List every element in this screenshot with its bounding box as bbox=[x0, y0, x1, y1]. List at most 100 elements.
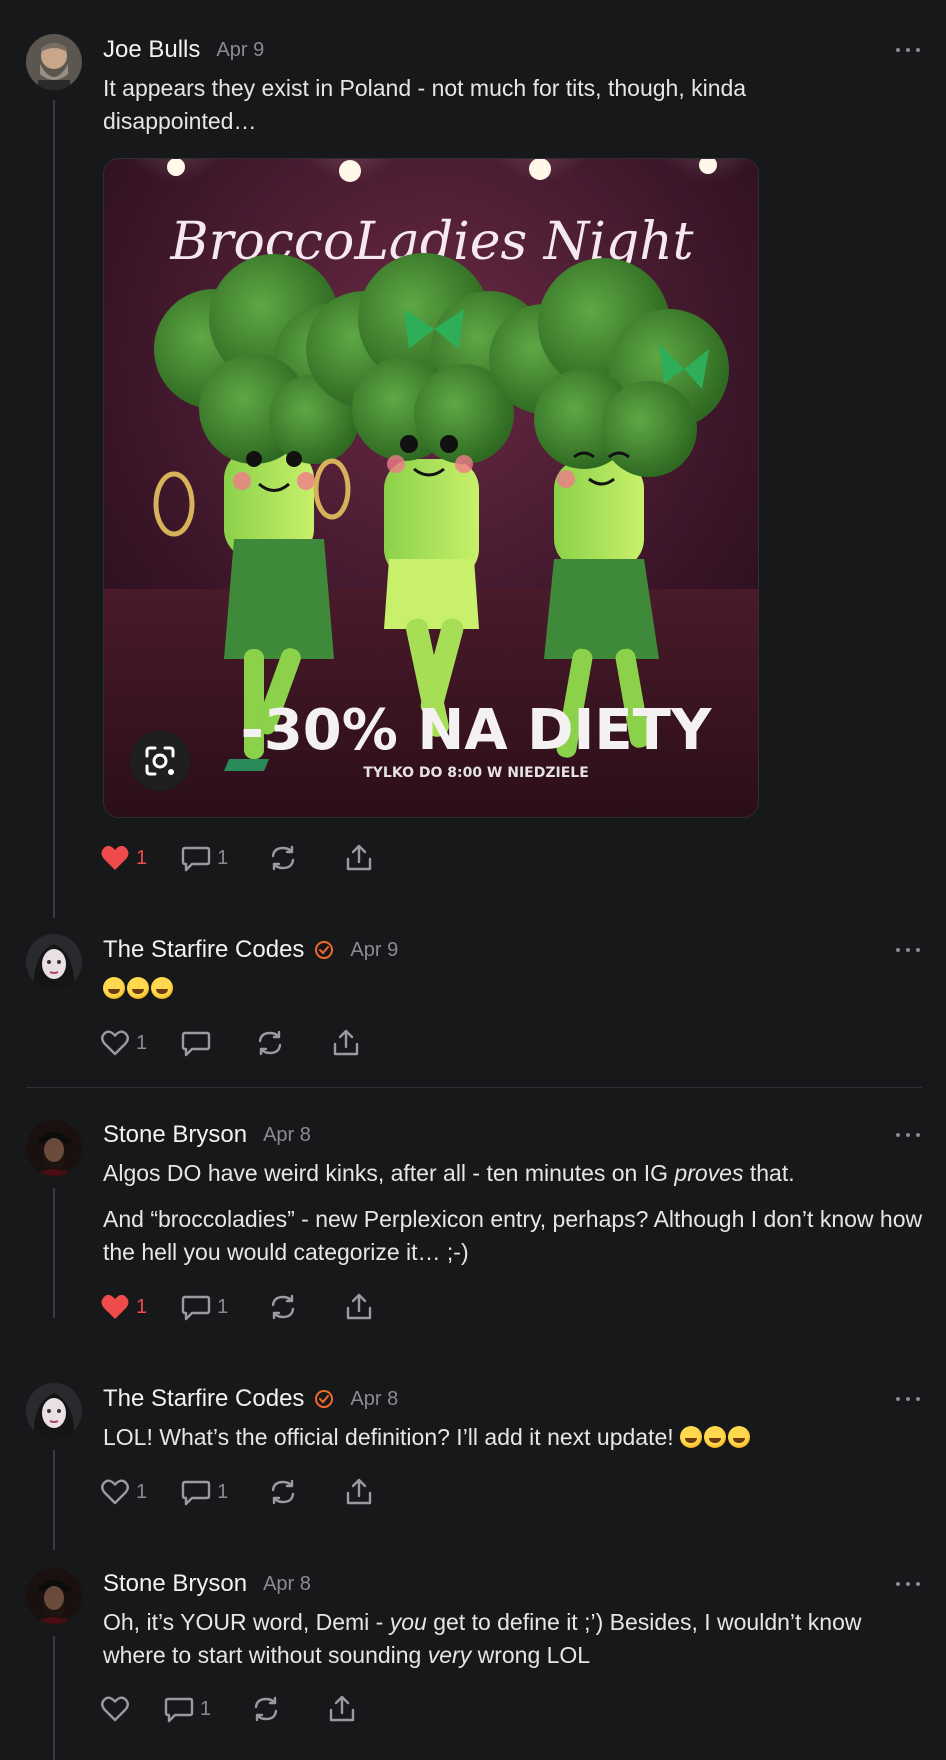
author-name[interactable]: Stone Bryson bbox=[103, 1570, 247, 1598]
post-text: 🤣🤣🤣 bbox=[103, 972, 923, 1005]
post-header: Stone Bryson Apr 8 bbox=[103, 1569, 311, 1599]
avatar[interactable] bbox=[26, 34, 82, 90]
poster-promo-text: -30% NA DIETY bbox=[241, 698, 713, 763]
like-button[interactable]: 1 bbox=[100, 841, 147, 875]
post-actions: 1 bbox=[100, 1026, 361, 1060]
post-image[interactable]: BroccoLadies Night -30% NA DIETY TYLKO D… bbox=[103, 158, 759, 818]
repost-icon bbox=[258, 1030, 282, 1056]
comment-count: 1 bbox=[217, 1295, 229, 1318]
post-header: The Starfire Codes Apr 8 bbox=[103, 1384, 398, 1414]
repost-button[interactable] bbox=[268, 841, 298, 875]
author-name[interactable]: The Starfire Codes bbox=[103, 1385, 304, 1413]
repost-button[interactable] bbox=[251, 1692, 281, 1726]
more-options-icon[interactable] bbox=[894, 1394, 922, 1404]
text-segment: Oh, it’s YOUR word, Demi - bbox=[103, 1609, 390, 1635]
post-date: Apr 9 bbox=[216, 38, 265, 61]
comment-button[interactable]: 1 bbox=[181, 841, 228, 875]
like-count: 1 bbox=[136, 846, 148, 869]
heart-filled-icon bbox=[101, 1294, 129, 1319]
post-date: Apr 8 bbox=[263, 1572, 311, 1595]
heart-filled-icon bbox=[101, 845, 129, 870]
text-segment: that. bbox=[743, 1160, 795, 1186]
repost-icon bbox=[272, 845, 295, 871]
comment-icon bbox=[181, 1031, 211, 1057]
post-date: Apr 8 bbox=[263, 1123, 311, 1146]
avatar[interactable] bbox=[26, 1120, 82, 1176]
share-icon bbox=[333, 1029, 359, 1056]
share-icon bbox=[347, 1293, 372, 1320]
share-button[interactable] bbox=[344, 1290, 374, 1324]
repost-button[interactable] bbox=[268, 1290, 298, 1324]
avatar[interactable] bbox=[26, 1568, 82, 1624]
like-count: 1 bbox=[136, 1480, 148, 1503]
heart-outline-icon bbox=[101, 1696, 129, 1722]
post-text: It appears they exist in Poland - not mu… bbox=[103, 75, 747, 134]
rofl-emoji bbox=[103, 977, 125, 999]
post-text: LOL! What’s the official definition? I’l… bbox=[103, 1421, 923, 1454]
author-name[interactable]: Stone Bryson bbox=[103, 1121, 247, 1149]
rofl-emoji bbox=[680, 1426, 703, 1448]
rofl-emoji bbox=[728, 1426, 751, 1448]
repost-button[interactable] bbox=[255, 1026, 285, 1060]
rofl-emoji bbox=[151, 977, 173, 999]
more-options-icon[interactable] bbox=[894, 45, 922, 55]
post-actions: 1 1 bbox=[100, 841, 374, 875]
thread-line bbox=[53, 1188, 55, 1318]
share-icon bbox=[329, 1695, 355, 1722]
author-name[interactable]: The Starfire Codes bbox=[103, 936, 304, 964]
thread-line bbox=[53, 1636, 55, 1760]
verified-badge-icon bbox=[315, 1390, 334, 1408]
more-options-icon[interactable] bbox=[894, 945, 922, 955]
post-actions: 1 1 bbox=[100, 1475, 374, 1509]
comment-button[interactable]: 1 bbox=[181, 1475, 228, 1509]
avatar[interactable] bbox=[26, 934, 82, 990]
post-actions: 1 bbox=[100, 1692, 357, 1726]
comment-count: 1 bbox=[200, 1697, 212, 1720]
comment-button[interactable]: 1 bbox=[181, 1290, 228, 1324]
comment-icon bbox=[164, 1697, 194, 1723]
emphasis-text: you bbox=[389, 1609, 427, 1635]
emphasis-text: very bbox=[427, 1642, 472, 1668]
post-text-paragraph-2: And “broccoladies” - new Perplexicon ent… bbox=[103, 1206, 923, 1265]
share-button[interactable] bbox=[344, 841, 374, 875]
comment-button[interactable]: 1 bbox=[164, 1692, 211, 1726]
visual-search-button[interactable] bbox=[130, 731, 190, 791]
comment-count: 1 bbox=[217, 846, 229, 869]
rofl-emoji bbox=[704, 1426, 727, 1448]
post-header: Joe Bulls Apr 9 bbox=[103, 35, 264, 65]
like-button[interactable]: 1 bbox=[100, 1026, 147, 1060]
lens-icon bbox=[145, 746, 175, 776]
share-button[interactable] bbox=[331, 1026, 361, 1060]
heart-outline-icon bbox=[101, 1479, 129, 1505]
like-count: 1 bbox=[136, 1031, 148, 1054]
like-button[interactable]: 1 bbox=[100, 1290, 147, 1324]
repost-icon bbox=[254, 1696, 278, 1722]
share-button[interactable] bbox=[344, 1475, 374, 1509]
heart-outline-icon bbox=[101, 1030, 129, 1056]
share-icon bbox=[347, 1478, 372, 1505]
post-date: Apr 9 bbox=[350, 938, 399, 961]
post-header: The Starfire Codes Apr 9 bbox=[103, 935, 398, 965]
verified-badge-icon bbox=[315, 941, 334, 959]
like-button[interactable]: 1 bbox=[100, 1475, 147, 1509]
avatar[interactable] bbox=[26, 1383, 82, 1439]
thread-line bbox=[53, 1450, 55, 1550]
author-name[interactable]: Joe Bulls bbox=[103, 36, 200, 64]
thread-line bbox=[53, 100, 55, 918]
more-options-icon[interactable] bbox=[894, 1579, 922, 1589]
post-actions: 1 1 bbox=[100, 1290, 374, 1324]
comment-icon bbox=[181, 1295, 211, 1321]
poster-subline-text: TYLKO DO 8:00 W NIEDZIELE bbox=[363, 765, 589, 781]
share-button[interactable] bbox=[327, 1692, 357, 1726]
post-header: Stone Bryson Apr 8 bbox=[103, 1120, 311, 1150]
comment-count: 1 bbox=[217, 1480, 229, 1503]
repost-button[interactable] bbox=[268, 1475, 298, 1509]
thread-divider bbox=[26, 1087, 922, 1088]
repost-icon bbox=[272, 1479, 295, 1505]
emphasis-text: proves bbox=[674, 1160, 744, 1186]
more-options-icon[interactable] bbox=[894, 1130, 922, 1140]
rofl-emoji bbox=[127, 977, 149, 999]
like-button[interactable] bbox=[100, 1692, 130, 1726]
repost-icon bbox=[272, 1294, 295, 1320]
comment-button[interactable] bbox=[181, 1026, 211, 1060]
